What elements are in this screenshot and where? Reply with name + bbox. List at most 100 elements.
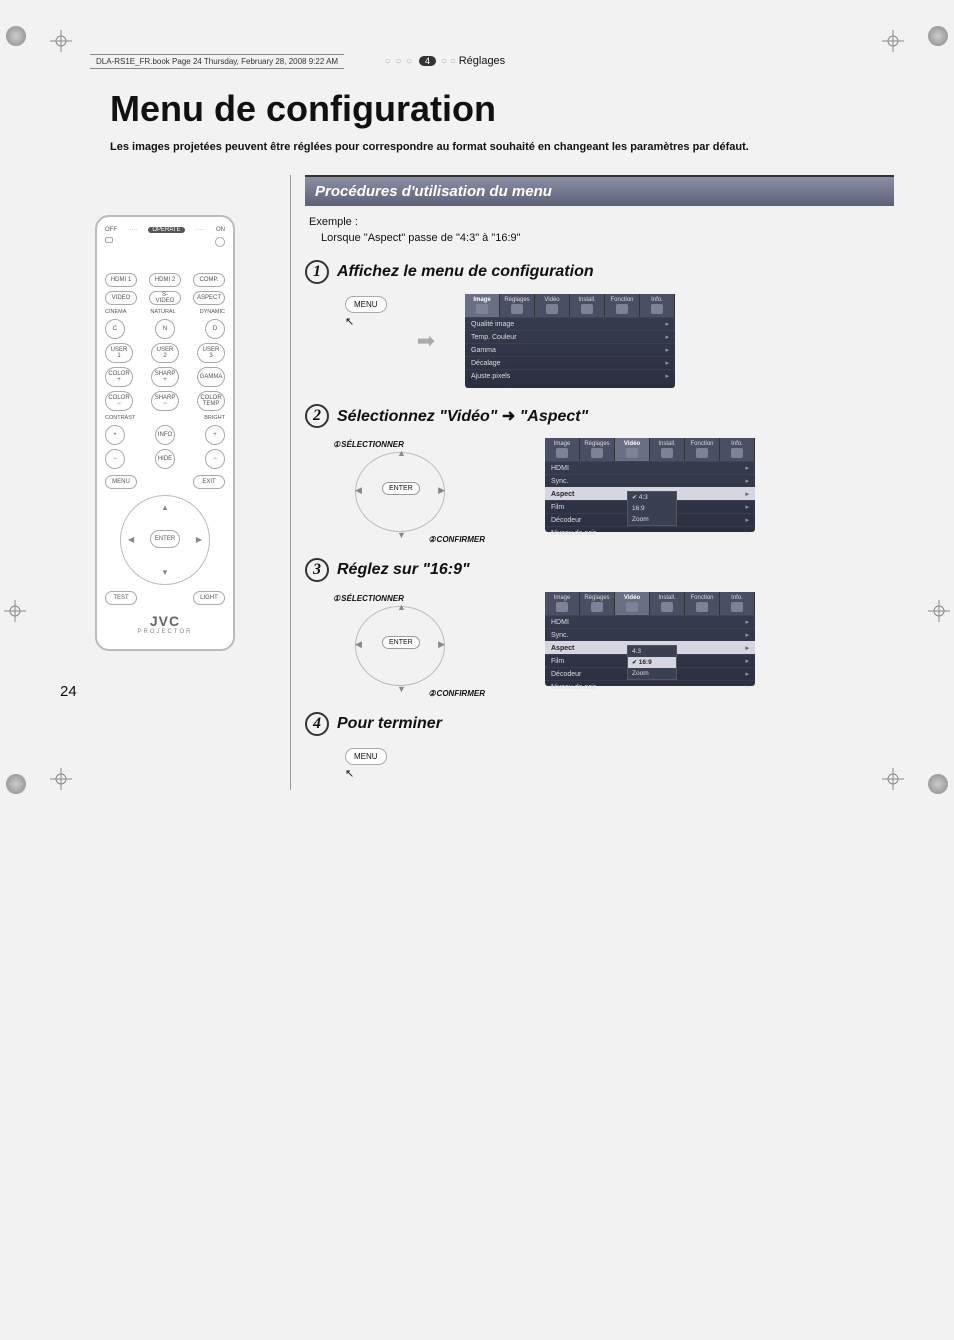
remote-bright-label: BRIGHT [204,415,225,421]
remote-off-label: OFF [105,227,117,233]
page-title: Menu de configuration [110,88,894,130]
osd-row: Gamma▸ [465,343,675,356]
arrow-right-icon: ▶ [196,535,202,544]
remote-btn-d: D [205,319,225,339]
arrow-down-icon: ▼ [397,684,406,694]
osd-tab: Réglages [500,294,535,317]
remote-btn-color-minus: COLOR − [105,391,133,411]
osd-row: Décalage▸ [465,356,675,369]
remote-led-icon [105,237,113,243]
crop-mark-icon [882,768,904,790]
remote-dpad: ▲ ▼ ◀ ▶ ENTER [120,495,210,585]
hand-cursor-icon: ↖ [345,315,387,328]
menu-button-graphic: MENU [345,296,387,313]
remote-btn-hide: HIDE [155,449,175,469]
binder-ring-icon [6,774,26,794]
osd-tab: Image [545,592,580,615]
remote-control-illustration: OFF ····· OPERATE ····· ON HDMI 1 HDMI 2… [95,215,235,651]
page-number: 24 [60,683,77,700]
arrow-right-icon: ▶ [438,485,445,496]
remote-btn-hdmi1: HDMI 1 [105,273,137,287]
arrow-up-icon: ▲ [397,448,406,458]
osd-submenu: 4:3 16:9 Zoom [627,491,677,526]
remote-btn-light: LIGHT [193,591,225,605]
remote-btn-n: N [155,319,175,339]
remote-btn-enter: ENTER [150,530,180,548]
osd-option: 4:3 [628,492,676,503]
step-number: 4 [305,712,329,736]
osd-row: Niveau de noir▸ [545,680,755,693]
remote-btn-test: TEST [105,591,137,605]
remote-btn-user2: USER 2 [151,343,179,363]
osd-row: HDMI▸ [545,461,755,474]
section-number-badge: 4 [419,56,436,66]
osd-screenshot-1: Image Réglages Vidéo Install. Fonction I… [465,294,675,388]
osd-row: Qualité image▸ [465,317,675,330]
remote-btn-c: C [105,319,125,339]
arrow-right-icon: ➡ [417,328,435,354]
osd-tab: Réglages [580,592,615,615]
brand-logo: JVC [105,613,225,629]
enter-pad-graphic: SÉLECTIONNER ▲ ▼ ◀ ▶ ENTER CONFIRMER [345,596,455,696]
remote-btn-gamma: GAMMA [197,367,225,387]
arrow-right-icon: ▶ [438,639,445,650]
crop-mark-icon [882,30,904,52]
enter-button-graphic: ENTER [382,636,420,649]
osd-option: Zoom [628,514,676,525]
enter-button-graphic: ENTER [382,482,420,495]
enter-pad-graphic: SÉLECTIONNER ▲ ▼ ◀ ▶ ENTER CONFIRMER [345,442,455,542]
osd-row: Niveau de noir▸ [545,526,755,539]
remote-on-label: ON [216,227,225,233]
hand-cursor-icon: ↖ [345,767,387,780]
osd-tab: Info. [720,438,755,461]
arrow-up-icon: ▲ [161,503,169,512]
binder-ring-icon [928,774,948,794]
step-title: Réglez sur "16:9" [337,561,470,579]
osd-tab: Vidéo [535,294,570,317]
intro-text: Les images projetées peuvent être réglée… [110,140,830,155]
osd-tab: Vidéo [615,438,650,461]
step-title: Sélectionnez "Vidéo""Aspect" [337,406,588,426]
example-text: Lorsque "Aspect" passe de "4:3" à "16:9" [321,232,894,244]
remote-btn-sharp-minus: SHARP − [151,391,179,411]
crop-mark-icon [928,600,950,622]
minus-icon: − [205,449,225,469]
remote-mode-cinema: CINEMA [105,309,126,315]
crop-mark-icon [50,30,72,52]
osd-tab: Réglages [580,438,615,461]
remote-btn-aspect: ASPECT [193,291,225,305]
minus-icon: − [105,449,125,469]
osd-row: Ajuste.pixels▸ [465,369,675,382]
osd-tab: Image [465,294,500,317]
arrow-left-icon: ◀ [355,485,362,496]
osd-tab: Fonction [685,592,720,615]
osd-option: 16:9 [628,503,676,514]
osd-tab: Fonction [685,438,720,461]
remote-btn-hdmi2: HDMI 2 [149,273,181,287]
osd-tab: Install. [570,294,605,317]
arrow-left-icon: ◀ [128,535,134,544]
page-header-meta: DLA-RS1E_FR.book Page 24 Thursday, Febru… [90,54,344,69]
remote-btn-sharp-plus: SHARP + [151,367,179,387]
arrow-down-icon: ▼ [397,530,406,540]
arrow-left-icon: ◀ [355,639,362,650]
plus-icon: + [105,425,125,445]
osd-row: Temp. Couleur▸ [465,330,675,343]
remote-contrast-label: CONTRAST [105,415,135,421]
remote-btn-user1: USER 1 [105,343,133,363]
binder-ring-icon [6,26,26,46]
confirmer-label: CONFIRMER [428,689,485,698]
binder-ring-icon [928,26,948,46]
arrow-down-icon: ▼ [161,568,169,577]
remote-mode-dynamic: DYNAMIC [200,309,225,315]
remote-operate-label: OPERATE [148,227,184,233]
remote-btn-video: VIDEO [105,291,137,305]
crop-mark-icon [50,768,72,790]
example-label: Exemple : [309,216,894,228]
osd-tab: Install. [650,438,685,461]
remote-btn-comp: COMP. [193,273,225,287]
remote-btn-color-plus: COLOR + [105,367,133,387]
selectionner-label: SÉLECTIONNER [333,440,404,449]
arrow-up-icon: ▲ [397,602,406,612]
menu-button-graphic: MENU [345,748,387,765]
